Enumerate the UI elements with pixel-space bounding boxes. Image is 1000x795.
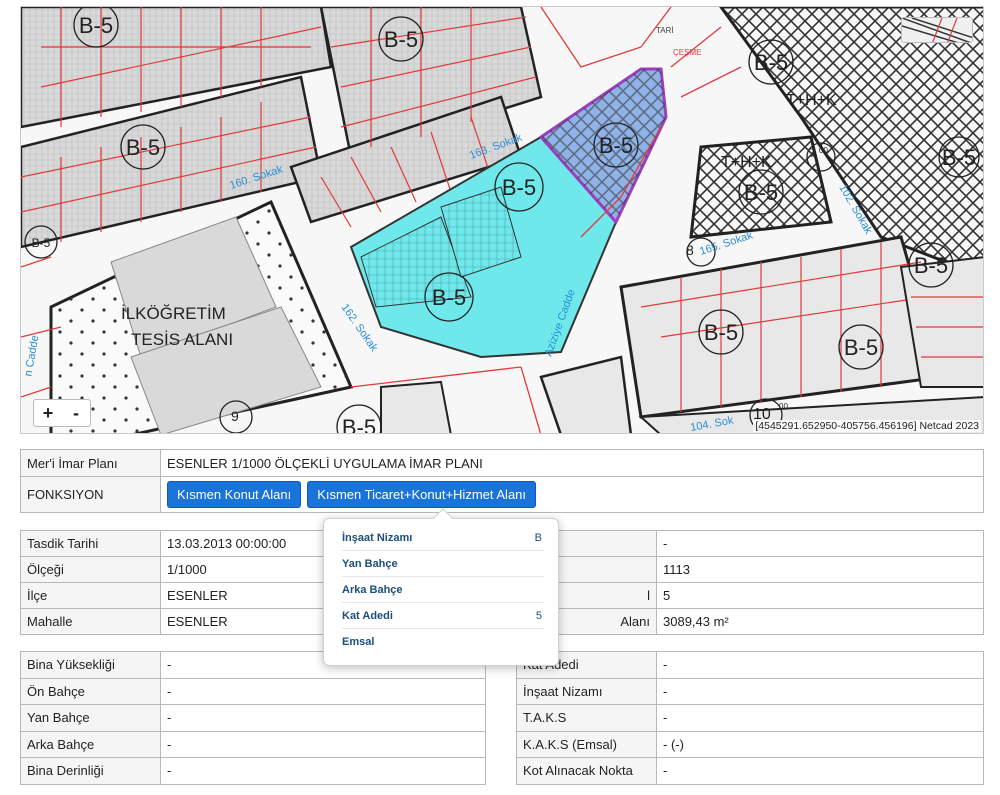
info-label: Ölçeği [20, 556, 161, 583]
info-label: Tasdik Tarihi [20, 530, 161, 557]
zoom-in-button[interactable]: + [34, 400, 62, 426]
school-label-line2: TESİS ALANI [131, 330, 233, 349]
zoom-control: + - [33, 399, 91, 427]
building-table-right: Kat Adedi- İnşaat Nizamı- T.A.K.S- K.A.K… [516, 651, 984, 785]
zone-label: B-5 [754, 50, 788, 75]
popover-row-value: B [534, 531, 542, 544]
num-00-label: 00 [819, 146, 828, 155]
zone-label: B-5 [342, 415, 376, 434]
row-value: - [160, 757, 486, 785]
num-8-label: 8 [686, 242, 694, 258]
zone-label: B-5 [914, 253, 948, 278]
row-label: Kot Alınacak Nokta [516, 757, 657, 785]
info-value: 1113 [656, 556, 984, 583]
row-value: - [656, 757, 984, 785]
plan-value: ESENLER 1/1000 ÖLÇEKLİ UYGULAMA İMAR PLA… [160, 449, 984, 477]
zoning-map[interactable]: B-5 B-5 B-5 B-5 B-5 B-5 B-5 B-5 B-5 B-5 … [20, 6, 984, 434]
map-attribution: [4545291.652950-405756.456196] Netcad 20… [753, 420, 981, 432]
konut-function-button[interactable]: Kısmen Konut Alanı [167, 481, 302, 508]
info-value: - [656, 530, 984, 557]
table-row: Kot Alınacak Nokta - [516, 757, 984, 785]
table-row: Yan Bahçe - [20, 704, 486, 732]
popover-row: Arka Bahçe [342, 577, 544, 603]
num-9-label: 9 [231, 408, 239, 424]
function-label: FONKSIYON [20, 476, 161, 513]
info-value: 3089,43 m² [656, 608, 984, 635]
row-value: - (-) [656, 730, 984, 758]
row-label: Yan Bahçe [20, 704, 161, 732]
layer-switcher[interactable] [901, 17, 973, 43]
popover-row-label: Emsal [342, 636, 375, 648]
row-value: - [656, 704, 984, 732]
popover-row: Kat Adedi 5 [342, 603, 544, 629]
cesme-label: ÇEŞME [673, 48, 701, 57]
zone-label: B-5 [942, 145, 976, 170]
zone-label: B-5 [502, 175, 536, 200]
row-label: K.A.K.S (Emsal) [516, 730, 657, 758]
row-label: Ön Bahçe [20, 677, 161, 705]
table-row: Kat Adedi- [516, 651, 984, 679]
table-row: Arka Bahçe - [20, 730, 486, 758]
table-row: İnşaat Nizamı - [516, 677, 984, 705]
layer-thumbnail-icon [902, 18, 972, 42]
popover-row: Emsal [342, 629, 544, 655]
row-value: - [160, 677, 486, 705]
row-label: İnşaat Nizamı [516, 677, 657, 705]
zone-label: B-5 [384, 27, 418, 52]
info-label: İlçe [20, 582, 161, 609]
zone-label: B-5 [126, 135, 160, 160]
row-label: T.A.K.S [516, 704, 657, 732]
info-label: Mahalle [20, 608, 161, 635]
zone-label: B-5 [79, 13, 113, 38]
row-value: - [656, 651, 984, 679]
popover-row-label: Yan Bahçe [342, 557, 398, 570]
school-label-line1: İLKÖĞRETİM [121, 304, 226, 323]
tarih-label: TARİ [656, 26, 674, 35]
row-label: Arka Bahçe [20, 730, 161, 758]
function-cell: Kısmen Konut Alanı Kısmen Ticaret+Konut+H… [160, 476, 984, 513]
popover-row-label: Arka Bahçe [342, 583, 403, 596]
table-row: K.A.K.S (Emsal) - (-) [516, 730, 984, 758]
table-row: Bina Derinliği - [20, 757, 486, 785]
thk-label-2: T+H+K [721, 154, 772, 171]
ticaret-function-button[interactable]: Kısmen Ticaret+Konut+Hizmet Alanı [307, 481, 537, 508]
table-row: Ön Bahçe - [20, 677, 486, 705]
map-canvas[interactable]: B-5 B-5 B-5 B-5 B-5 B-5 B-5 B-5 B-5 B-5 … [21, 7, 984, 434]
zone-label: B-5 [599, 133, 633, 158]
row-label: Bina Yüksekliği [20, 651, 161, 679]
zoom-out-button[interactable]: - [62, 400, 90, 426]
info-value: 5 [656, 582, 984, 609]
popover-row-value: 5 [535, 609, 542, 622]
building-table-left: Bina Yüksekliği - Ön Bahçe - Yan Bahçe - Ar… [20, 651, 486, 785]
num-00-label-2: 00 [779, 402, 788, 411]
zone-label: B-5 [744, 180, 778, 205]
popover-row: İnşaat Nizamı B [342, 525, 544, 551]
function-details-popover: İnşaat Nizamı B Yan Bahçe Arka Bahçe Kat … [323, 508, 559, 666]
thk-label: T+H+K [786, 92, 837, 109]
plan-label: Mer'i İmar Planı [20, 449, 161, 477]
popover-row-label: Kat Adedi [342, 609, 393, 622]
num-7-label: 7 [809, 146, 816, 160]
zone-label: B-5 [432, 285, 466, 310]
plan-table: Mer'i İmar Planı ESENLER 1/1000 ÖLÇEKLİ … [20, 449, 984, 513]
row-label: Bina Derinliği [20, 757, 161, 785]
row-value: - [656, 677, 984, 705]
table-row: T.A.K.S - [516, 704, 984, 732]
row-value: - [160, 704, 486, 732]
zone-label: B-5 [704, 320, 738, 345]
popover-row: Yan Bahçe [342, 551, 544, 577]
popover-row-label: İnşaat Nizamı [342, 531, 413, 544]
zone-label: B-5 [32, 236, 51, 250]
zone-label: B-5 [844, 335, 878, 360]
row-value: - [160, 730, 486, 758]
